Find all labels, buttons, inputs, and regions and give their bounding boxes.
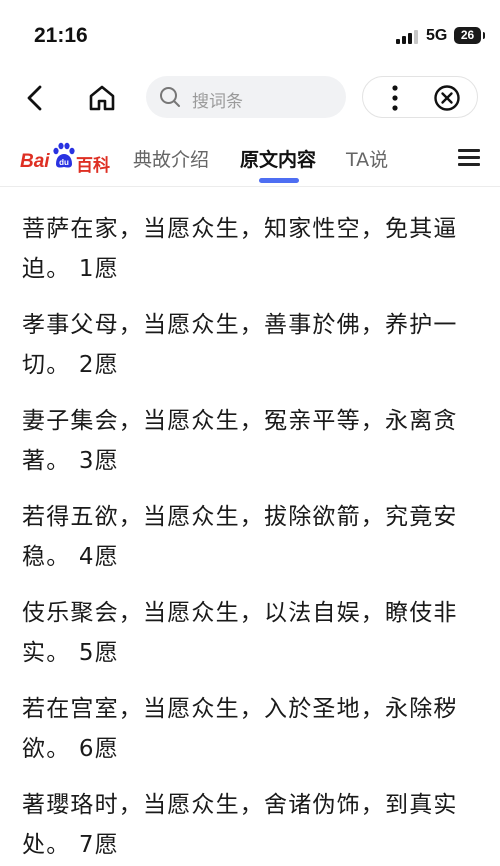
paragraph-2: 孝事父母，当愿众生，善事於佛，养护一 切。 2愿 xyxy=(22,305,484,385)
paragraph-3: 妻子集会，当愿众生，冤亲平等，永离贪 著。 3愿 xyxy=(22,401,484,481)
page: 21:16 5G 26 搜词条 Bai du 百科 典故介绍 原文内容 TA说 … xyxy=(0,0,500,866)
article-content: 菩萨在家，当愿众生，知家性空，免其逼 迫。 1愿 孝事父母，当愿众生，善事於佛，… xyxy=(0,187,500,866)
home-icon xyxy=(89,85,115,111)
logo-baike-text: 百科 xyxy=(76,156,110,176)
close-button[interactable] xyxy=(433,84,461,112)
paragraph-line: 迫。 1愿 xyxy=(22,256,119,282)
status-bar: 21:16 5G 26 xyxy=(0,0,500,70)
paragraph-line: 稳。 4愿 xyxy=(22,544,119,570)
svg-text:du: du xyxy=(59,158,69,167)
status-time: 21:16 xyxy=(34,24,88,47)
paragraph-7: 著瓔珞时，当愿众生，舍诸伪饰，到真实 处。 7愿 xyxy=(22,785,484,865)
paragraph-4: 若得五欲，当愿众生，拔除欲箭，究竟安 稳。 4愿 xyxy=(22,497,484,577)
tab-ta-says[interactable]: TA说 xyxy=(346,145,388,172)
paragraph-line: 著。 3愿 xyxy=(22,448,119,474)
search-placeholder: 搜词条 xyxy=(192,92,243,112)
paragraph-line: 菩萨在家，当愿众生，知家性空，免其逼 xyxy=(22,216,458,242)
more-button[interactable] xyxy=(381,83,409,113)
paragraph-line: 妻子集会，当愿众生，冤亲平等，永离贪 xyxy=(22,408,458,434)
paragraph-line: 若得五欲，当愿众生，拔除欲箭，究竟安 xyxy=(22,504,458,530)
tab-original-text[interactable]: 原文内容 xyxy=(240,145,316,172)
paragraph-line: 切。 2愿 xyxy=(22,352,119,378)
tab-allusion-intro[interactable]: 典故介绍 xyxy=(133,145,209,172)
menu-button[interactable] xyxy=(458,146,482,168)
paragraph-line: 处。 7愿 xyxy=(22,832,119,858)
signal-icon xyxy=(396,30,420,44)
paragraph-5: 伎乐聚会，当愿众生，以法自娱，瞭伎非 实。 5愿 xyxy=(22,593,484,673)
home-button[interactable] xyxy=(84,80,120,116)
baidu-baike-logo[interactable]: Bai du 百科 xyxy=(20,140,120,176)
more-vertical-icon xyxy=(392,85,398,111)
chevron-left-icon xyxy=(27,85,42,111)
paragraph-line: 欲。 6愿 xyxy=(22,736,119,762)
paragraph-line: 著瓔珞时，当愿众生，舍诸伪饰，到真实 xyxy=(22,792,458,818)
tab-bar: Bai du 百科 典故介绍 原文内容 TA说 xyxy=(0,132,500,187)
paragraph-line: 若在宫室，当愿众生，入於圣地，永除秽 xyxy=(22,696,458,722)
search-input[interactable]: 搜词条 xyxy=(146,76,346,118)
top-nav: 搜词条 xyxy=(0,70,500,126)
network-type: 5G xyxy=(426,27,448,44)
active-tab-indicator xyxy=(259,178,299,183)
logo-bai-text: Bai xyxy=(20,151,50,172)
paragraph-6: 若在宫室，当愿众生，入於圣地，永除秽 欲。 6愿 xyxy=(22,689,484,769)
close-circle-icon xyxy=(434,85,460,111)
paragraph-1: 菩萨在家，当愿众生，知家性空，免其逼 迫。 1愿 xyxy=(22,209,484,289)
paragraph-line: 伎乐聚会，当愿众生，以法自娱，瞭伎非 xyxy=(22,600,458,626)
paragraph-line: 实。 5愿 xyxy=(22,640,119,666)
action-capsule xyxy=(362,76,478,118)
back-button[interactable] xyxy=(18,80,54,116)
paragraph-line: 孝事父母，当愿众生，善事於佛，养护一 xyxy=(22,312,458,338)
search-icon xyxy=(160,87,180,107)
paw-icon: du xyxy=(53,142,75,168)
battery-icon: 26 xyxy=(454,27,485,44)
